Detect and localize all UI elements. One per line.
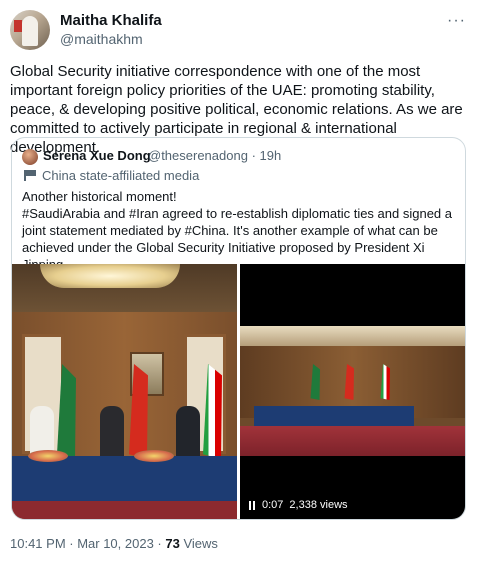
author-name[interactable]: Maitha Khalifa	[60, 12, 162, 29]
media-grid: 0:07 2,338 views	[12, 264, 465, 519]
quoted-author-handle[interactable]: @theserenadong	[148, 148, 248, 163]
quoted-time: · 19h	[251, 148, 282, 163]
video-frame	[240, 326, 465, 456]
video-floor	[240, 426, 465, 456]
video-player[interactable]: 0:07 2,338 views	[240, 264, 465, 519]
photo-flowers	[134, 450, 174, 462]
photo-flowers	[28, 450, 68, 462]
video-time: 0:07	[262, 499, 284, 511]
quoted-tweet-text: Another historical moment! #SaudiArabia …	[22, 189, 452, 272]
flag-icon	[24, 170, 36, 181]
tweet-timestamp[interactable]: 10:41 PM · Mar 10, 2023 ·	[10, 536, 165, 551]
quoted-author-name[interactable]: Serena Xue Dong	[43, 148, 151, 163]
photo-chandelier	[40, 264, 180, 288]
more-options-icon[interactable]: ···	[447, 12, 466, 30]
quoted-author-handle-time: @theserenadong · 19h	[148, 148, 281, 163]
video-views: 2,338 views	[289, 499, 348, 511]
author-handle[interactable]: @maithakhm	[60, 31, 143, 47]
video-table	[254, 406, 414, 428]
views-count[interactable]: 73	[165, 536, 179, 551]
tweet-meta: 10:41 PM · Mar 10, 2023 · 73 Views	[10, 536, 218, 551]
state-media-label-text: China state-affiliated media	[42, 168, 200, 183]
quoted-author-avatar[interactable]	[22, 149, 38, 165]
quoted-tweet[interactable]: Serena Xue Dong @theserenadong · 19h Chi…	[11, 137, 466, 520]
video-overlay: 0:07 2,338 views	[248, 499, 348, 511]
photo-table	[12, 456, 237, 501]
avatar-figure	[22, 16, 38, 46]
tweet[interactable]: Maitha Khalifa @maithakhm ··· Global Sec…	[0, 0, 480, 562]
state-media-label[interactable]: China state-affiliated media	[24, 168, 199, 183]
photo-signing-ceremony[interactable]	[12, 264, 237, 519]
views-label: Views	[179, 536, 218, 551]
author-avatar[interactable]	[10, 10, 50, 50]
avatar-flag	[14, 20, 22, 32]
video-ceiling	[240, 326, 465, 346]
pause-icon[interactable]	[248, 500, 256, 510]
photo-floor	[12, 501, 237, 519]
